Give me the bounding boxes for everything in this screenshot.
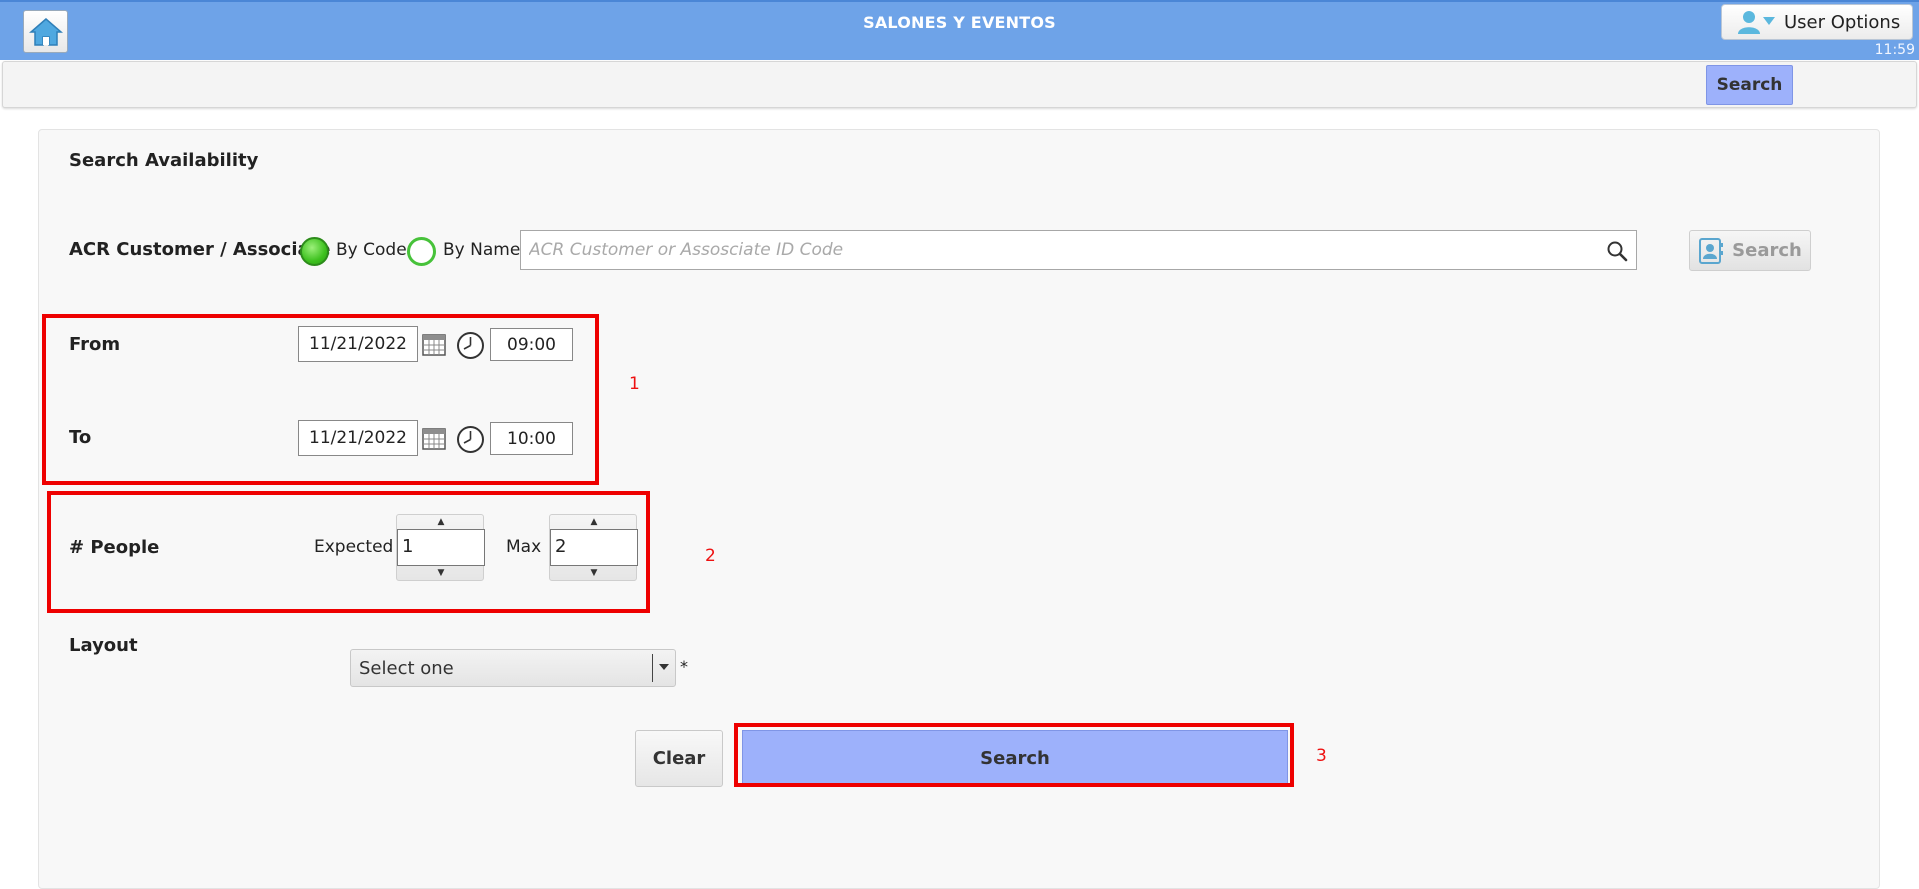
annotation-label-2: 2 xyxy=(705,546,716,566)
to-clock-icon[interactable] xyxy=(456,425,485,454)
user-icon xyxy=(1738,11,1775,34)
by-code-label: By Code xyxy=(336,240,407,260)
toolbar-search-button[interactable]: Search xyxy=(1706,65,1793,105)
annotation-label-3: 3 xyxy=(1316,746,1327,766)
layout-label: Layout xyxy=(69,635,138,656)
to-date-input[interactable]: 11/21/2022 xyxy=(298,420,418,456)
expected-increment-button[interactable]: ▲ xyxy=(397,515,485,529)
max-spinner: ▲ 2 ▼ xyxy=(549,514,638,581)
annotation-box-3 xyxy=(734,723,1294,787)
from-date-input[interactable]: 11/21/2022 xyxy=(298,326,418,362)
customer-search-input[interactable] xyxy=(527,239,1591,261)
expected-label: Expected xyxy=(314,537,394,557)
max-decrement-button[interactable]: ▼ xyxy=(550,566,638,580)
chevron-down-icon xyxy=(659,664,669,670)
user-options-label: User Options xyxy=(1784,11,1901,33)
by-name-radio[interactable] xyxy=(407,237,436,266)
people-label: # People xyxy=(69,537,160,558)
to-label: To xyxy=(69,427,92,448)
contact-card-icon xyxy=(1699,237,1724,264)
max-increment-button[interactable]: ▲ xyxy=(550,515,638,529)
toolbar xyxy=(2,61,1917,108)
max-input[interactable]: 2 xyxy=(550,529,638,566)
annotation-label-1: 1 xyxy=(629,374,640,394)
expected-decrement-button[interactable]: ▼ xyxy=(397,566,485,580)
by-name-label: By Name xyxy=(443,240,521,260)
from-clock-icon[interactable] xyxy=(456,331,485,360)
by-code-radio[interactable] xyxy=(300,237,329,266)
to-time-input[interactable]: 10:00 xyxy=(490,422,573,455)
layout-select-value: Select one xyxy=(359,657,454,679)
max-label: Max xyxy=(506,537,542,557)
from-calendar-icon[interactable] xyxy=(422,333,446,357)
search-icon[interactable] xyxy=(1606,240,1628,262)
customer-label: ACR Customer / Associate xyxy=(69,239,331,260)
from-time-input[interactable]: 09:00 xyxy=(490,328,573,361)
layout-select[interactable]: Select one xyxy=(350,649,676,687)
panel-title: Search Availability xyxy=(69,150,259,171)
customer-search-label: Search xyxy=(1732,240,1802,261)
customer-search-field xyxy=(520,230,1637,270)
to-calendar-icon[interactable] xyxy=(422,427,446,451)
expected-input[interactable]: 1 xyxy=(397,529,485,566)
clock-time: 11:59 xyxy=(1874,42,1915,58)
clear-button[interactable]: Clear xyxy=(635,730,723,787)
customer-search-button[interactable]: Search xyxy=(1689,230,1811,271)
required-marker: * xyxy=(680,657,688,676)
expected-spinner: ▲ 1 ▼ xyxy=(396,514,485,581)
app-title: SALONES Y EVENTOS xyxy=(863,13,1056,32)
user-options-button[interactable]: User Options xyxy=(1721,4,1913,40)
from-label: From xyxy=(69,334,121,355)
